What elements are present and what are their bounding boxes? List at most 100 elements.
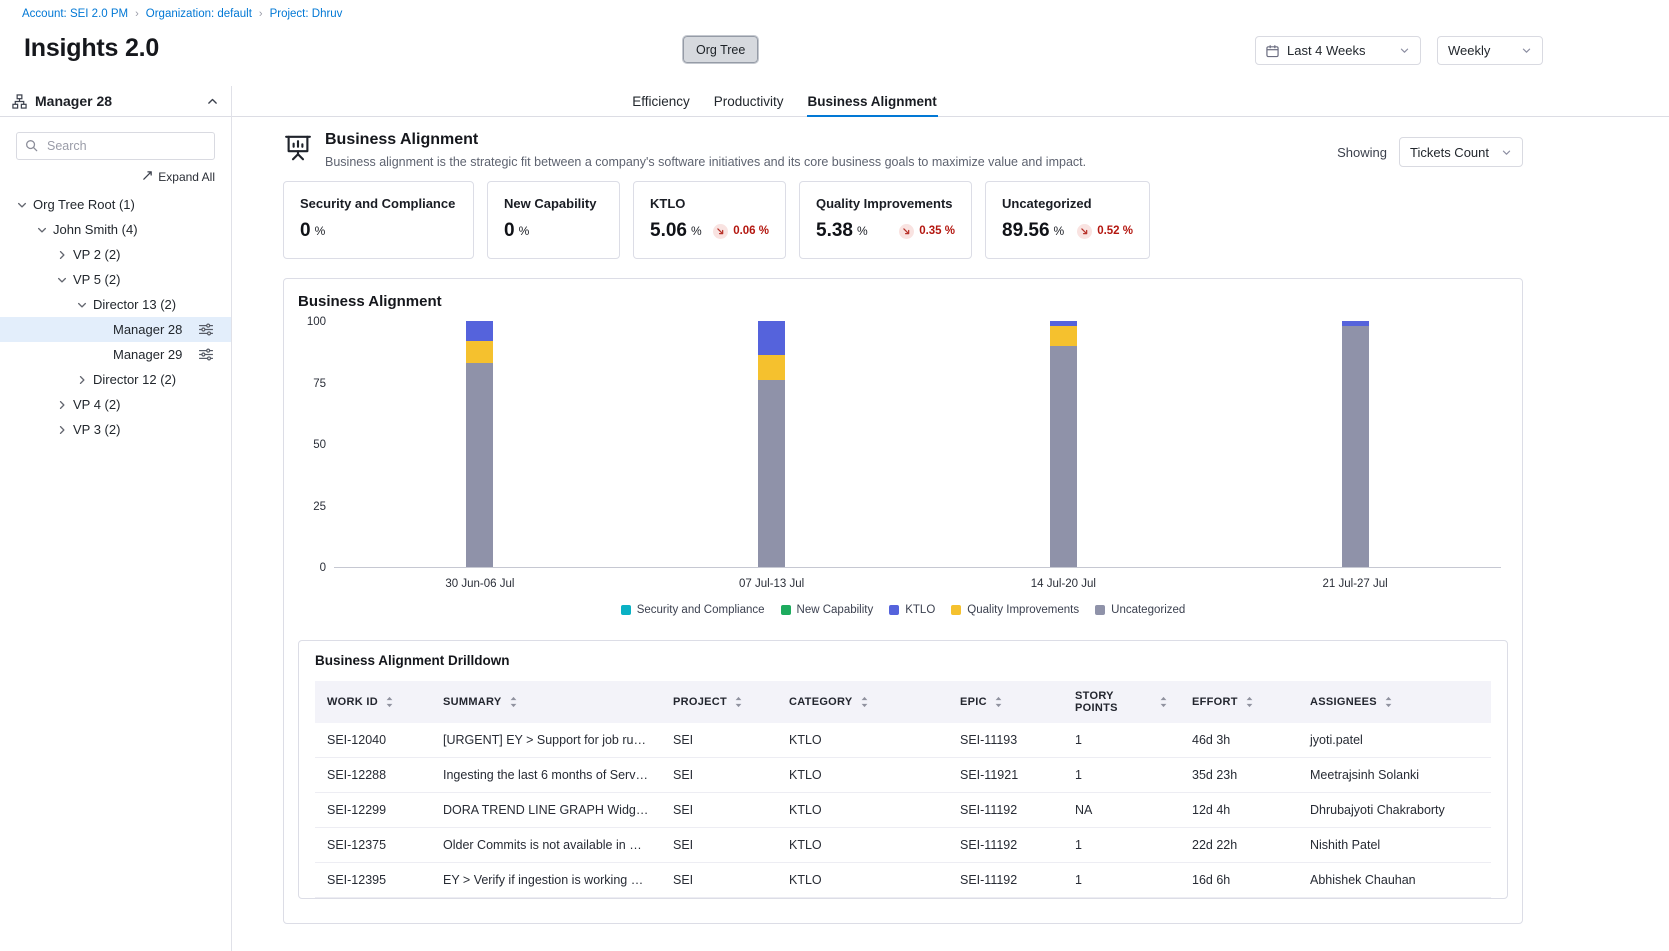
legend-item-new-capability[interactable]: New Capability (781, 604, 874, 616)
topbar: Account: SEI 2.0 PM›Organization: defaul… (0, 0, 1669, 86)
sort-icon[interactable] (1245, 696, 1254, 708)
tree-item-vp-3-2[interactable]: VP 3 (2) (0, 417, 231, 442)
column-header-story-points[interactable]: STORY POINTS (1063, 681, 1180, 723)
table-cell: 22d 22h (1180, 828, 1298, 863)
breadcrumb-link-account-sei-2-0-pm[interactable]: Account: SEI 2.0 PM (22, 8, 128, 20)
filter-sliders-icon[interactable] (199, 348, 213, 361)
chevron-right-icon[interactable] (56, 399, 68, 411)
tree-item-label: Director 12 (2) (93, 372, 176, 387)
bar-segment-uncategorized[interactable] (1342, 326, 1369, 567)
chevron-down-icon[interactable] (36, 224, 48, 236)
tab-productivity[interactable]: Productivity (713, 86, 785, 116)
tree-indent-spacer (96, 349, 108, 361)
tree-item-label: VP 5 (2) (73, 272, 120, 287)
column-header-effort[interactable]: EFFORT (1180, 681, 1298, 723)
trend-down-icon (1077, 224, 1092, 239)
chevron-right-icon[interactable] (56, 424, 68, 436)
sort-icon[interactable] (994, 696, 1003, 708)
sort-icon[interactable] (509, 696, 518, 708)
drilldown-table: WORK ID SUMMARY PROJECTCATEGORYEPICSTORY P… (315, 681, 1491, 898)
legend-item-quality-improvements[interactable]: Quality Improvements (951, 604, 1079, 616)
column-header-category[interactable]: CATEGORY (777, 681, 948, 723)
table-cell: Abhishek Chauhan (1298, 863, 1491, 898)
column-header-assignees[interactable]: ASSIGNEES (1298, 681, 1491, 723)
widget-header: Business Alignment Business alignment is… (283, 131, 1523, 169)
chart-area: 0255075100 (298, 322, 1508, 568)
legend-item-security-and-compliance[interactable]: Security and Compliance (621, 604, 765, 616)
chevron-down-icon[interactable] (16, 199, 28, 211)
stat-card-ktlo: KTLO5.06%0.06 % (633, 181, 786, 259)
chevron-down-icon[interactable] (56, 274, 68, 286)
tree-item-vp-5-2[interactable]: VP 5 (2) (0, 267, 231, 292)
sort-icon[interactable] (1384, 696, 1393, 708)
date-range-select[interactable]: Last 4 Weeks (1255, 36, 1421, 65)
bar-segment-quality-improvements[interactable] (1050, 326, 1077, 346)
stacked-bar[interactable] (1342, 321, 1369, 567)
granularity-select[interactable]: Weekly (1437, 36, 1543, 65)
sidebar-header: Manager 28 (0, 86, 231, 117)
chevron-down-icon[interactable] (76, 299, 88, 311)
table-cell: Meetrajsinh Solanki (1298, 758, 1491, 793)
column-header-inner: EFFORT (1192, 696, 1286, 708)
bar-segment-uncategorized[interactable] (466, 363, 493, 567)
org-tree-button[interactable]: Org Tree (683, 36, 758, 63)
chart-plot (334, 322, 1501, 568)
stat-card-value: 0 (504, 220, 515, 242)
showing-select[interactable]: Tickets Count (1399, 137, 1523, 167)
breadcrumb: Account: SEI 2.0 PM›Organization: defaul… (22, 8, 342, 20)
table-cell: KTLO (777, 723, 948, 758)
sort-icon[interactable] (734, 696, 743, 708)
breadcrumb-link-project-dhruv[interactable]: Project: Dhruv (270, 8, 343, 20)
bar-segment-uncategorized[interactable] (1050, 346, 1077, 567)
stacked-bar[interactable] (466, 321, 493, 567)
presentation-chart-icon (283, 133, 313, 163)
tree-item-john-smith-4[interactable]: John Smith (4) (0, 217, 231, 242)
sort-icon[interactable] (860, 696, 869, 708)
bar-segment-uncategorized[interactable] (758, 380, 785, 567)
tree-item-vp-2-2[interactable]: VP 2 (2) (0, 242, 231, 267)
legend-item-ktlo[interactable]: KTLO (889, 604, 935, 616)
column-header-label: WORK ID (327, 696, 378, 708)
sort-icon[interactable] (1159, 696, 1168, 708)
sort-icon[interactable] (385, 696, 394, 708)
bar-segment-quality-improvements[interactable] (758, 355, 785, 380)
stat-card-title: Quality Improvements (816, 196, 955, 211)
column-header-summary[interactable]: SUMMARY (431, 681, 661, 723)
column-header-epic[interactable]: EPIC (948, 681, 1063, 723)
tree-item-manager-28[interactable]: Manager 28 (0, 317, 231, 342)
tree-item-org-tree-root-1[interactable]: Org Tree Root (1) (0, 192, 231, 217)
tree-item-manager-29[interactable]: Manager 29 (0, 342, 231, 367)
table-cell: SEI-12395 (315, 863, 431, 898)
tree-item-director-12-2[interactable]: Director 12 (2) (0, 367, 231, 392)
column-header-label: EFFORT (1192, 696, 1238, 708)
tree-item-director-13-2[interactable]: Director 13 (2) (0, 292, 231, 317)
filter-sliders-icon[interactable] (199, 323, 213, 336)
table-cell: SEI (661, 758, 777, 793)
main: Efficiency Productivity Business Alignment… (232, 86, 1669, 951)
breadcrumb-link-organization-default[interactable]: Organization: default (146, 8, 252, 20)
column-header-project[interactable]: PROJECT (661, 681, 777, 723)
chevron-right-icon[interactable] (56, 249, 68, 261)
expand-all-button[interactable]: Expand All (16, 170, 215, 184)
bar-segment-ktlo[interactable] (466, 321, 493, 341)
stacked-bar[interactable] (758, 321, 785, 567)
tab-business-alignment[interactable]: Business Alignment (807, 86, 938, 116)
bar-segment-quality-improvements[interactable] (466, 341, 493, 363)
column-header-inner: SUMMARY (443, 696, 649, 708)
tab-efficiency[interactable]: Efficiency (631, 86, 691, 116)
column-header-work-id[interactable]: WORK ID (315, 681, 431, 723)
tree-item-vp-4-2[interactable]: VP 4 (2) (0, 392, 231, 417)
chevron-right-icon[interactable] (76, 374, 88, 386)
chevron-up-icon[interactable] (206, 95, 219, 108)
bar-segment-ktlo[interactable] (758, 321, 785, 355)
tree-item-label: John Smith (4) (53, 222, 138, 237)
legend-item-uncategorized[interactable]: Uncategorized (1095, 604, 1185, 616)
search-input[interactable] (16, 132, 215, 160)
tree-item-label: Director 13 (2) (93, 297, 176, 312)
table-cell: 46d 3h (1180, 723, 1298, 758)
table-cell: SEI-12288 (315, 758, 431, 793)
stacked-bar[interactable] (1050, 321, 1077, 567)
table-cell: Dhrubajyoti Chakraborty (1298, 793, 1491, 828)
stat-card-value: 89.56 (1002, 220, 1050, 242)
tree-item-label: VP 3 (2) (73, 422, 120, 437)
